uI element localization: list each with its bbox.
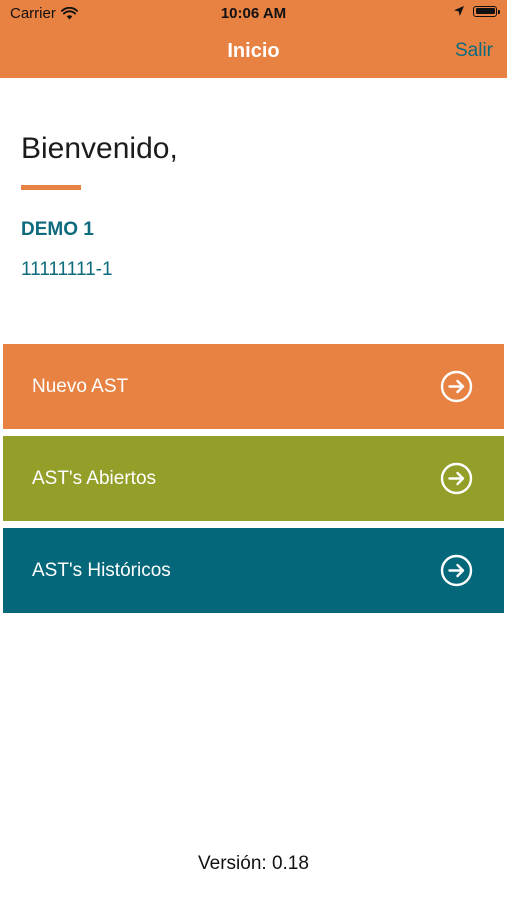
status-time: 10:06 AM <box>220 5 287 22</box>
status-bar: Carrier 10:06 AM <box>0 0 507 28</box>
open-ast-label: AST's Abiertos <box>32 467 157 489</box>
battery-icon <box>473 5 500 17</box>
user-id: 11111111-1 <box>21 259 113 280</box>
new-ast-label: Nuevo AST <box>32 375 129 397</box>
welcome-heading: Bienvenido, <box>21 132 178 165</box>
new-ast-button[interactable]: Nuevo AST <box>3 344 504 429</box>
top-bar: Carrier 10:06 AM Inicio Salir <box>0 0 507 78</box>
arrow-right-circle-icon <box>440 370 473 403</box>
arrow-right-circle-icon <box>440 554 473 587</box>
status-right-indicators <box>453 5 500 17</box>
location-icon <box>454 6 464 16</box>
logout-button[interactable]: Salir <box>455 40 493 62</box>
accent-divider <box>21 185 81 190</box>
historical-ast-label: AST's Históricos <box>32 559 171 581</box>
open-ast-button[interactable]: AST's Abiertos <box>3 436 504 521</box>
user-name: DEMO 1 <box>21 219 94 240</box>
nav-title: Inicio <box>227 40 280 62</box>
arrow-right-circle-icon <box>440 462 473 495</box>
historical-ast-button[interactable]: AST's Históricos <box>3 528 504 613</box>
version-label: Versión: 0.18 <box>198 853 309 874</box>
